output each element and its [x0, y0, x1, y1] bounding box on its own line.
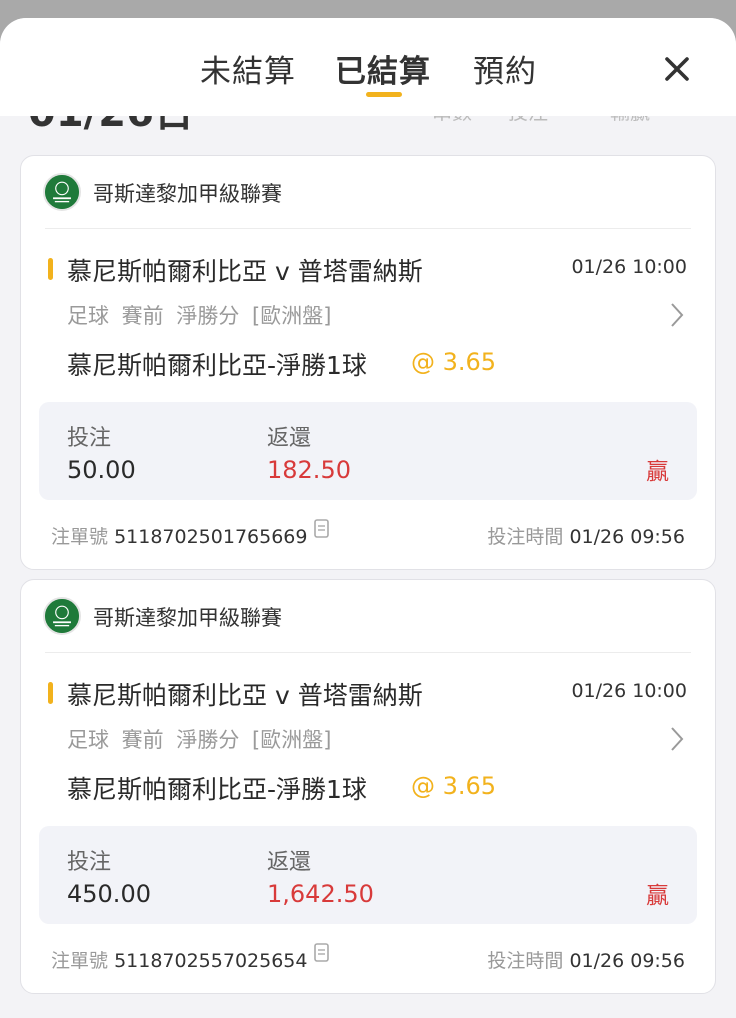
ticket-number: 注單號 5118702557025654: [51, 946, 307, 973]
bet-time-label: 投注時間: [487, 950, 564, 972]
ticket-label: 注單號: [51, 526, 109, 548]
tab-unsettled[interactable]: 未結算: [200, 46, 296, 91]
result-badge: 贏: [646, 459, 669, 485]
chevron-right-icon[interactable]: [667, 724, 687, 754]
league-name: 哥斯達黎加甲級聯賽: [93, 606, 282, 630]
stake-summary: 投注 50.00 返還 182.50 贏: [39, 402, 697, 500]
close-icon[interactable]: [660, 52, 694, 86]
league-name: 哥斯達黎加甲級聯賽: [93, 182, 282, 206]
ticket-value: 5118702557025654: [114, 950, 308, 972]
divider: [45, 228, 691, 229]
ticket-label: 注單號: [51, 950, 109, 972]
bet-selection: 慕尼斯帕爾利比亞-淨勝1球: [67, 351, 367, 380]
bet-description: 足球 賽前 淨勝分 [歐洲盤]: [67, 304, 332, 328]
stake-value: 50.00: [67, 456, 136, 484]
match-accent-bar: [48, 682, 53, 704]
copy-icon[interactable]: [313, 518, 331, 540]
bet-odds: @ 3.65: [411, 772, 497, 800]
league-logo-icon: [43, 597, 81, 635]
chevron-right-icon[interactable]: [667, 300, 687, 330]
bet-selection: 慕尼斯帕爾利比亞-淨勝1球: [67, 775, 367, 804]
league-row: 哥斯達黎加甲級聯賽: [21, 580, 715, 652]
return-label: 返還: [267, 850, 312, 875]
date-section-header: 01/26日 串數 投注 輸贏: [0, 110, 736, 150]
stake-label: 投注: [67, 850, 112, 875]
stake-summary: 投注 450.00 返還 1,642.50 贏: [39, 826, 697, 924]
copy-icon[interactable]: [313, 942, 331, 964]
bet-time-value: 01/26 09:56: [569, 526, 685, 548]
bet-time: 投注時間 01/26 09:56: [487, 522, 685, 549]
bet-card[interactable]: 哥斯達黎加甲級聯賽 慕尼斯帕爾利比亞 v 普塔雷納斯 01/26 10:00 足…: [20, 579, 716, 994]
match-time: 01/26 10:00: [571, 256, 687, 278]
match-title: 慕尼斯帕爾利比亞 v 普塔雷納斯: [67, 257, 423, 286]
bet-time: 投注時間 01/26 09:56: [487, 946, 685, 973]
match-accent-bar: [48, 258, 53, 280]
bet-time-value: 01/26 09:56: [569, 950, 685, 972]
ticket-value: 5118702501765669: [114, 526, 308, 548]
stake-label: 投注: [67, 426, 112, 451]
return-label: 返還: [267, 426, 312, 451]
bet-history-sheet: 01/26日 串數 投注 輸贏 未結算 已結算 預約 哥斯達黎加甲級聯賽 慕尼斯…: [0, 18, 736, 1018]
tab-header: 未結算 已結算 預約: [0, 18, 736, 116]
bet-card[interactable]: 哥斯達黎加甲級聯賽 慕尼斯帕爾利比亞 v 普塔雷納斯 01/26 10:00 足…: [20, 155, 716, 570]
bet-odds: @ 3.65: [411, 348, 497, 376]
stake-value: 450.00: [67, 880, 151, 908]
active-tab-indicator: [366, 92, 402, 97]
result-badge: 贏: [646, 883, 669, 909]
bet-description: 足球 賽前 淨勝分 [歐洲盤]: [67, 728, 332, 752]
return-value: 182.50: [267, 456, 351, 484]
league-row: 哥斯達黎加甲級聯賽: [21, 156, 715, 228]
match-title: 慕尼斯帕爾利比亞 v 普塔雷納斯: [67, 681, 423, 710]
tab-settled[interactable]: 已結算: [335, 46, 431, 91]
tab-scheduled[interactable]: 預約: [473, 46, 537, 91]
divider: [45, 652, 691, 653]
league-logo-icon: [43, 173, 81, 211]
return-value: 1,642.50: [267, 880, 374, 908]
match-time: 01/26 10:00: [571, 680, 687, 702]
ticket-number: 注單號 5118702501765669: [51, 522, 307, 549]
bet-time-label: 投注時間: [487, 526, 564, 548]
